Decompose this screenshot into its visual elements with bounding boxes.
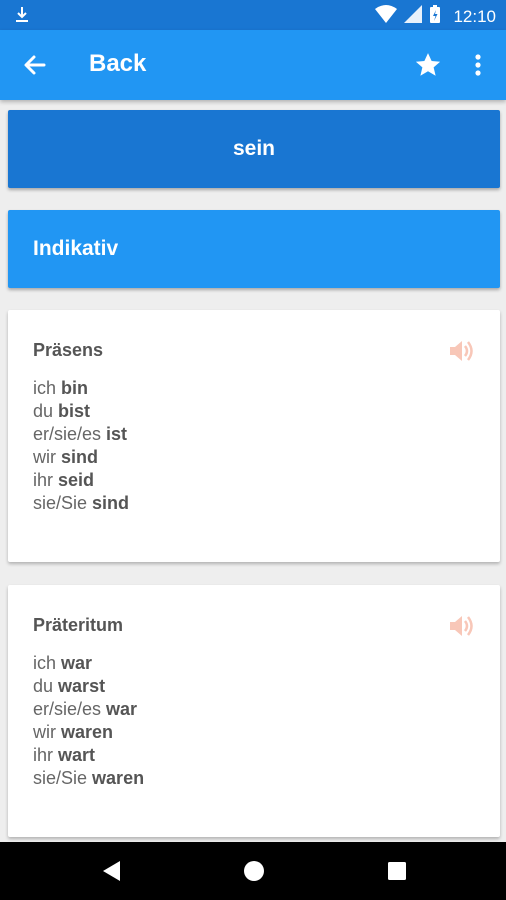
pronoun: du [33,401,54,421]
verb-form: waren [92,768,145,788]
verb-form: war [61,653,93,673]
pronoun: er/sie/es [33,699,102,719]
pronoun: ich [33,378,57,398]
conjugation-row: ich war [33,652,144,675]
conjugation-row: ihr wart [33,744,144,767]
pronoun: sie/Sie [33,493,88,513]
conjugation-row: du warst [33,675,144,698]
pronoun: er/sie/es [33,424,102,444]
tense-card-praeteritum: Präteritum ich war du warst er/sie/es wa… [8,585,500,837]
verb-form: bin [61,378,89,398]
more-vert-icon[interactable] [468,50,488,85]
conjugation-row: du bist [33,400,129,423]
pronoun: ihr [33,470,54,490]
verb-form: ist [106,424,128,444]
verb-form: seid [58,470,95,490]
mood-label: Indikativ [33,237,119,260]
app-bar-title[interactable]: Back [89,50,146,78]
wifi-icon [375,4,398,29]
conjugation-row: sie/Sie sind [33,492,129,515]
pronoun: ihr [33,745,54,765]
speaker-icon[interactable] [447,612,475,640]
star-icon[interactable] [413,50,443,85]
conjugation-row: wir waren [33,721,144,744]
status-time: 12:10 [453,6,496,26]
pronoun: wir [33,447,56,467]
battery-icon [429,4,441,29]
conjugation-list: ich bin du bist er/sie/es ist wir sind i… [33,377,129,515]
status-icons: 12:10 [375,4,496,29]
conjugation-row: ihr seid [33,469,129,492]
verb-form: sind [92,493,130,513]
verb-form: sind [61,447,99,467]
mood-header[interactable]: Indikativ [8,210,500,288]
tense-title: Präsens [33,340,104,360]
navigation-bar [0,842,506,900]
status-bar: 12:10 [0,0,506,30]
conjugation-row: er/sie/es war [33,698,144,721]
conjugation-row: wir sind [33,446,129,469]
tense-card-praesens: Präsens ich bin du bist er/sie/es ist wi… [8,310,500,562]
conjugation-row: er/sie/es ist [33,423,129,446]
pronoun: wir [33,722,56,742]
verb-form: warst [58,676,106,696]
back-arrow-icon[interactable] [20,50,50,80]
verb-form: waren [61,722,114,742]
conjugation-list: ich war du warst er/sie/es war wir waren… [33,652,144,790]
pronoun: sie/Sie [33,768,88,788]
nav-back-icon[interactable] [100,859,122,888]
verb-form: bist [58,401,91,421]
signal-icon [403,4,423,29]
conjugation-row: sie/Sie waren [33,767,144,790]
app-bar: Back [0,30,506,100]
pronoun: ich [33,653,57,673]
nav-home-icon[interactable] [242,859,266,888]
pronoun: du [33,676,54,696]
nav-recents-icon[interactable] [386,859,408,888]
verb-label: sein [232,137,276,160]
conjugation-row: ich bin [33,377,129,400]
verb-form: wart [58,745,96,765]
tense-title: Präteritum [33,615,124,635]
verb-form: war [106,699,138,719]
download-icon [14,5,30,30]
verb-header: sein [8,110,500,188]
speaker-icon[interactable] [447,337,475,365]
